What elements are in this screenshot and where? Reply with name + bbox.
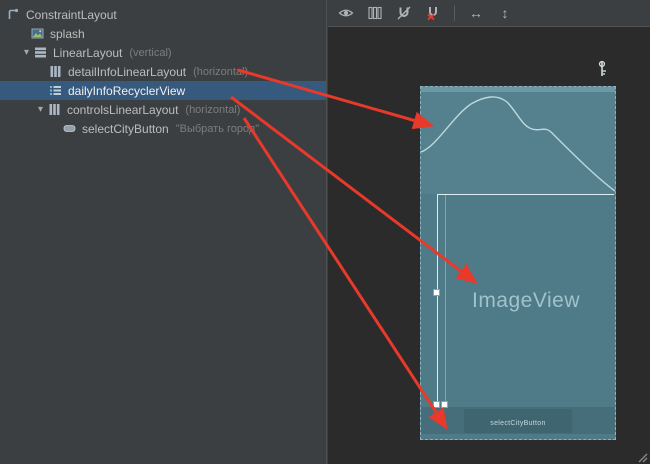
- horizontal-constraint-icon[interactable]: ↔: [466, 3, 486, 23]
- tree-item-controlslinearlayout[interactable]: ▾ controlsLinearLayout (horizontal): [0, 100, 326, 119]
- tree-item-dailyinforecyclerview[interactable]: dailyInfoRecyclerView: [0, 81, 326, 100]
- view-options-eye-icon[interactable]: [336, 3, 356, 23]
- recycler-view-icon: [48, 84, 62, 98]
- controls-bar-region[interactable]: selectCityButton: [421, 407, 615, 434]
- temperature-curve: [421, 92, 615, 194]
- button-icon: [62, 122, 76, 136]
- toolbar-separator: [454, 5, 455, 21]
- tree-item-selectcitybutton[interactable]: selectCityButton "Выбрать город": [0, 119, 326, 138]
- design-toolbar: ↔ ↕: [328, 0, 650, 27]
- detail-info-chart-region[interactable]: [421, 92, 615, 194]
- layout-editor-window: ConstraintLayout splash ▾ LinearLayout (…: [0, 0, 650, 464]
- selection-handle-bottom[interactable]: [441, 401, 448, 408]
- tree-item-splash[interactable]: splash: [0, 24, 326, 43]
- tree-item-meta: "Выбрать город": [176, 123, 259, 135]
- tree-item-detailinfolinearlayout[interactable]: detailInfoLinearLayout (horizontal): [0, 62, 326, 81]
- selection-handle-bottom-left[interactable]: [433, 401, 440, 408]
- tree-item-constraintlayout[interactable]: ConstraintLayout: [0, 5, 326, 24]
- linear-layout-horizontal-icon: [48, 65, 62, 79]
- autoconnect-off-magnet-icon[interactable]: [423, 3, 443, 23]
- imageview-label: ImageView: [472, 289, 580, 313]
- chevron-down-icon[interactable]: ▾: [20, 47, 33, 58]
- render-status-key-icon: [596, 60, 608, 78]
- component-tree-panel: ConstraintLayout splash ▾ LinearLayout (…: [0, 0, 327, 464]
- tree-item-linearlayout[interactable]: ▾ LinearLayout (vertical): [0, 43, 326, 62]
- tree-item-label: LinearLayout: [53, 46, 122, 60]
- tree-item-label: splash: [50, 27, 85, 41]
- chevron-down-icon[interactable]: ▾: [34, 104, 47, 115]
- design-canvas[interactable]: ImageView selectCityButton: [328, 28, 650, 464]
- tree-item-label: dailyInfoRecyclerView: [68, 84, 185, 98]
- select-city-button-preview[interactable]: selectCityButton: [464, 409, 571, 433]
- tree-item-label: ConstraintLayout: [26, 8, 117, 22]
- tree-item-meta: (horizontal): [193, 66, 248, 78]
- vertical-constraint-icon[interactable]: ↕: [495, 3, 515, 23]
- tree-item-meta: (vertical): [129, 47, 171, 59]
- linear-layout-horizontal-icon: [47, 103, 61, 117]
- tree-item-label: detailInfoLinearLayout: [68, 65, 186, 79]
- window-resize-grip[interactable]: [636, 450, 648, 462]
- linear-layout-vertical-icon: [33, 46, 47, 60]
- design-surface-panel: ↔ ↕ ImageView: [328, 0, 650, 464]
- tree-item-label: selectCityButton: [82, 122, 169, 136]
- layout-guides-icon[interactable]: [365, 3, 385, 23]
- device-preview[interactable]: ImageView selectCityButton: [420, 86, 616, 440]
- image-icon: [30, 27, 44, 41]
- tree-item-label: controlsLinearLayout: [67, 103, 178, 117]
- constraint-layout-icon: [6, 8, 20, 22]
- selection-handle-left[interactable]: [433, 289, 440, 296]
- imageview-region[interactable]: ImageView: [437, 194, 614, 407]
- delete-constraints-magnet-icon[interactable]: [394, 3, 414, 23]
- tree-item-meta: (horizontal): [185, 104, 240, 116]
